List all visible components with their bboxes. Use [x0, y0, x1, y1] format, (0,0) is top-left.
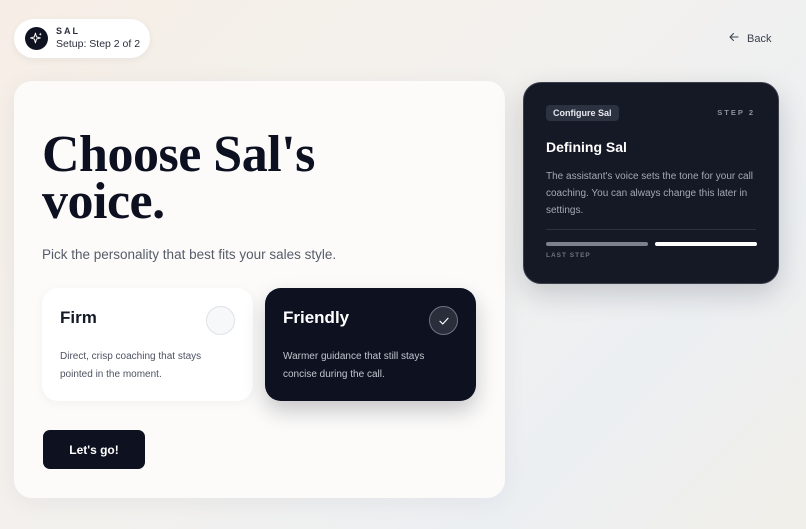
voice-option-description: Warmer guidance that still stays concise…: [283, 351, 425, 380]
setup-step-label: Setup: Step 2 of 2: [56, 38, 141, 51]
page-subtitle: Pick the personality that best fits your…: [42, 247, 337, 262]
progress-caption: LAST STEP: [546, 252, 591, 259]
voice-option-firm[interactable]: Firm Direct, crisp coaching that stays p…: [42, 288, 253, 401]
voice-option-title: Friendly: [283, 308, 350, 327]
progress-segment-1: [546, 242, 648, 246]
configure-badge: Configure Sal: [546, 105, 619, 121]
sparkle-icon: [25, 27, 48, 50]
main-card: Choose Sal's voice. Pick the personality…: [14, 81, 505, 498]
back-button[interactable]: Back: [728, 31, 771, 46]
radio-unselected-icon[interactable]: [206, 306, 235, 335]
setup-info-card: Configure Sal STEP 2 Defining Sal The as…: [523, 82, 779, 284]
side-card-title: Defining Sal: [546, 139, 627, 155]
brand-name: SAL: [56, 26, 80, 37]
voice-option-description: Direct, crisp coaching that stays pointe…: [60, 351, 202, 380]
back-label: Back: [747, 32, 772, 45]
divider: [546, 229, 756, 230]
voice-option-friendly[interactable]: Friendly Warmer guidance that still stay…: [265, 288, 476, 401]
voice-option-title: Firm: [60, 308, 97, 327]
progress-segment-2: [655, 242, 757, 246]
side-card-description: The assistant's voice sets the tone for …: [546, 171, 754, 216]
checkmark-icon[interactable]: [429, 306, 458, 335]
step-indicator: STEP 2: [717, 108, 755, 117]
lets-go-button[interactable]: Let's go!: [43, 430, 145, 469]
arrow-left-icon: [728, 31, 740, 46]
brand-pill: SAL Setup: Step 2 of 2: [14, 19, 150, 58]
page-title: Choose Sal's voice.: [42, 126, 315, 230]
